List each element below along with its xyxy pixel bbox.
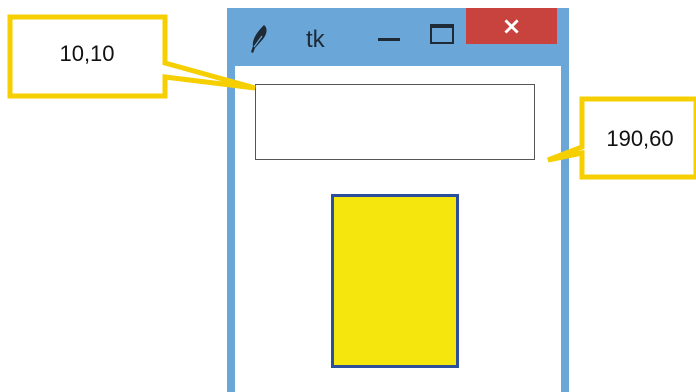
bottom-right-coordinate-label: 190,60 [606, 126, 674, 151]
screenshot-stage: tk × 10,10 190,60 [0, 0, 696, 392]
top-left-coordinate-label: 10,10 [59, 41, 115, 66]
